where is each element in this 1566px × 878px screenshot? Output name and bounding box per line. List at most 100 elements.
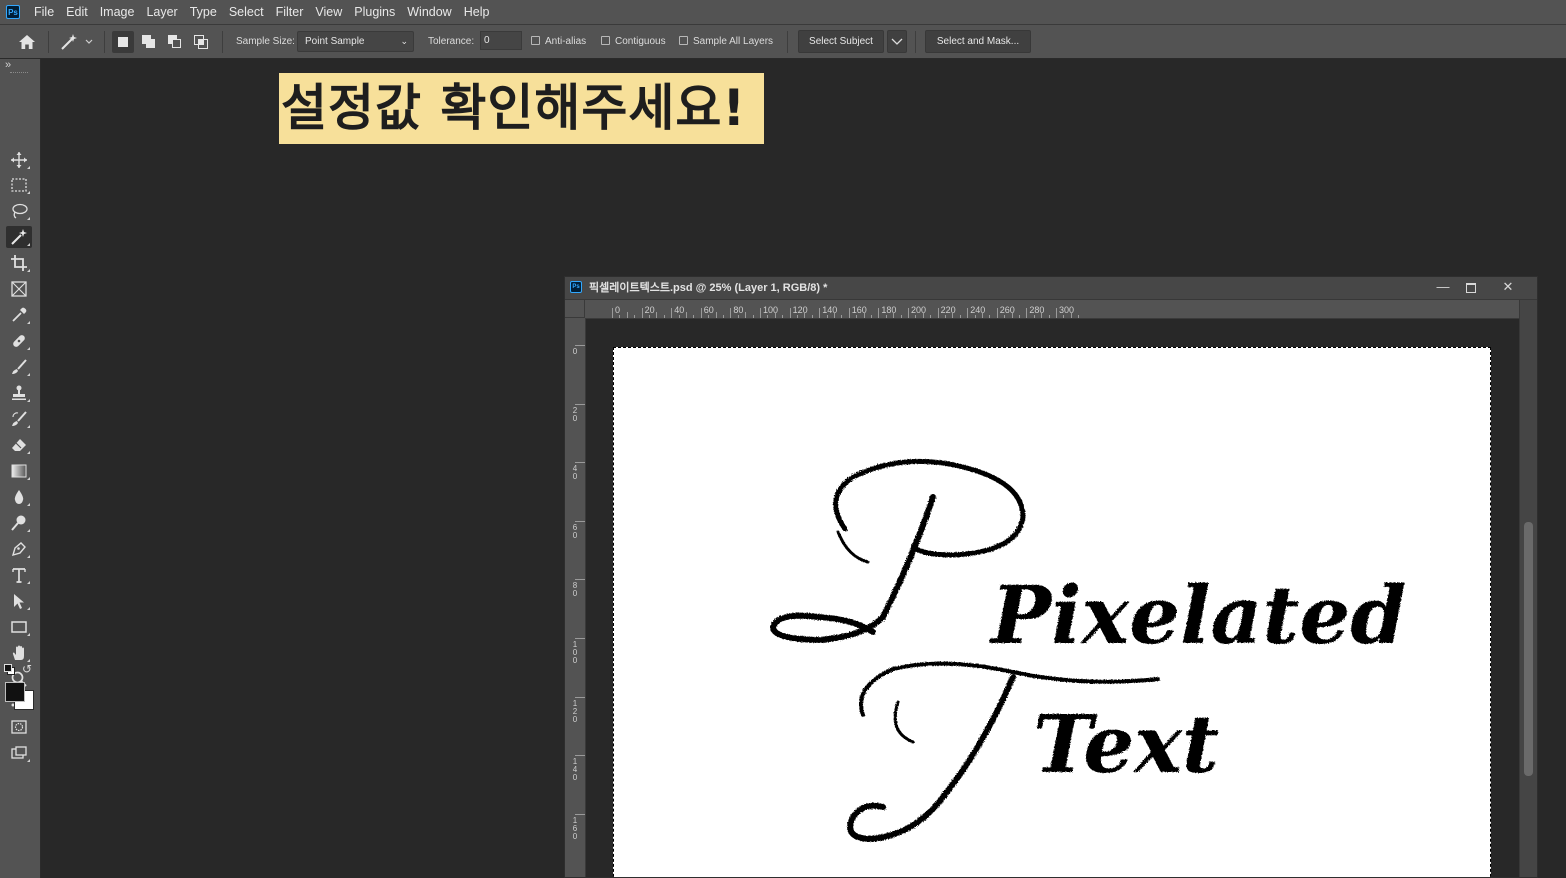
ruler-tick [575, 403, 585, 405]
ruler-minor-tick [767, 315, 769, 318]
quick-mask-icon [11, 720, 27, 734]
maximize-button[interactable] [1457, 277, 1485, 297]
lasso-tool[interactable] [6, 200, 32, 222]
select-subject-button[interactable]: Select Subject [798, 30, 884, 53]
ruler-minor-tick [737, 315, 739, 318]
sample-size-value: Point Sample [305, 36, 365, 47]
dodge-tool[interactable] [6, 512, 32, 534]
ruler-tick [908, 308, 909, 318]
home-button[interactable] [16, 32, 38, 52]
eyedropper-icon [12, 307, 27, 322]
sample-size-select[interactable]: Point Sample ⌄ [297, 31, 414, 52]
magic-wand-icon [61, 34, 93, 50]
ruler-minor-tick [797, 315, 798, 318]
canvas-text-line2: Text [1033, 697, 1219, 791]
screen-mode-button[interactable] [6, 742, 32, 764]
clone-stamp-tool[interactable] [6, 382, 32, 404]
screen-mode-icon [11, 746, 27, 759]
options-bar: Sample Size: Point Sample ⌄ Tolerance: 0 … [0, 25, 1566, 59]
ruler-minor-tick [915, 315, 917, 318]
intersect-selection-button[interactable] [190, 31, 212, 53]
vertical-scrollbar[interactable] [1519, 300, 1537, 877]
arrow-pointer-icon [14, 594, 24, 609]
quick-mask-button[interactable] [6, 716, 32, 738]
menu-window[interactable]: Window [401, 0, 457, 24]
scrollbar-thumb[interactable] [1524, 522, 1533, 776]
collapse-panel-icon[interactable]: » [5, 59, 11, 71]
minimize-button[interactable]: — [1429, 277, 1457, 297]
menu-file[interactable]: File [28, 0, 60, 24]
drop-icon [14, 490, 24, 504]
path-selection-tool[interactable] [6, 590, 32, 612]
ruler-minor-tick [863, 312, 865, 318]
menu-view[interactable]: View [309, 0, 348, 24]
history-brush-tool[interactable] [6, 408, 32, 430]
frame-tool[interactable] [6, 278, 32, 300]
crop-icon [11, 255, 27, 271]
type-icon [12, 568, 26, 583]
type-tool[interactable] [6, 564, 32, 586]
select-and-mask-button[interactable]: Select and Mask... [925, 30, 1031, 53]
chevron-down-icon: ⌄ [400, 36, 408, 46]
vertical-ruler[interactable]: 0 20 40 60 80 100 120 140 160 [565, 318, 586, 877]
healing-brush-tool[interactable] [6, 330, 32, 352]
tolerance-input[interactable]: 0 [480, 31, 522, 50]
ruler-minor-tick [656, 312, 658, 318]
menu-select[interactable]: Select [223, 0, 270, 24]
eyedropper-tool[interactable] [6, 304, 32, 326]
tool-preset-picker[interactable] [58, 32, 94, 52]
foreground-color-swatch[interactable] [5, 682, 25, 702]
ruler-minor-tick [634, 315, 636, 318]
maximize-icon [1466, 282, 1476, 293]
ruler-tick [575, 638, 585, 639]
ruler-tick [575, 579, 585, 581]
rectangle-tool[interactable] [6, 616, 32, 638]
select-subject-dropdown[interactable] [887, 30, 907, 53]
hand-tool[interactable] [6, 642, 32, 664]
ruler-tick [878, 308, 880, 318]
marquee-tool[interactable] [6, 174, 32, 196]
ruler-label: 60 [572, 522, 578, 540]
crop-tool[interactable] [6, 252, 32, 274]
menu-layer[interactable]: Layer [140, 0, 183, 24]
ruler-minor-tick [1019, 315, 1020, 318]
ruler-minor-tick [708, 315, 710, 318]
menu-image[interactable]: Image [94, 0, 141, 24]
anti-alias-label: Anti-alias [545, 36, 587, 47]
pen-tool[interactable] [6, 538, 32, 560]
menu-plugins[interactable]: Plugins [348, 0, 401, 24]
eraser-tool[interactable] [6, 434, 32, 456]
ruler-minor-tick [885, 315, 887, 318]
ruler-minor-tick [945, 315, 946, 318]
ruler-label: 40 [572, 464, 578, 482]
new-selection-button[interactable] [112, 31, 134, 53]
subtract-from-selection-button[interactable] [164, 31, 186, 53]
add-to-selection-button[interactable] [138, 31, 160, 53]
anti-alias-checkbox[interactable] [531, 36, 540, 45]
rectangle-icon [11, 621, 27, 633]
document-title-bar[interactable]: Ps 픽셀레이트텍스트.psd @ 25% (Layer 1, RGB/8) *… [565, 277, 1537, 300]
gradient-tool[interactable] [6, 460, 32, 482]
ruler-label: 20 [644, 305, 655, 315]
default-colors-icon[interactable] [4, 664, 15, 675]
photoshop-app-icon[interactable]: Ps [6, 5, 20, 19]
brush-tool[interactable] [6, 356, 32, 378]
menu-filter[interactable]: Filter [270, 0, 310, 24]
horizontal-ruler[interactable]: 0 20 40 60 80 100 120 140 160 180 200 220 240 260 280 3… [585, 300, 1519, 319]
blur-tool[interactable] [6, 486, 32, 508]
close-button[interactable]: ✕ [1494, 277, 1522, 297]
ruler-origin[interactable] [565, 300, 585, 318]
magic-wand-tool[interactable] [6, 226, 32, 248]
swap-colors-icon[interactable]: ↺ [22, 662, 32, 676]
sample-all-layers-checkbox[interactable] [679, 36, 688, 45]
menu-edit[interactable]: Edit [60, 0, 94, 24]
canvas[interactable]: Pixelated Text [613, 347, 1491, 877]
panel-grip[interactable] [10, 72, 28, 75]
ruler-minor-tick [856, 315, 858, 318]
move-tool[interactable] [6, 149, 32, 171]
menu-help[interactable]: Help [458, 0, 496, 24]
ruler-tick [575, 813, 585, 815]
menu-type[interactable]: Type [184, 0, 223, 24]
contiguous-checkbox[interactable] [601, 36, 610, 45]
ruler-minor-tick [774, 312, 776, 318]
